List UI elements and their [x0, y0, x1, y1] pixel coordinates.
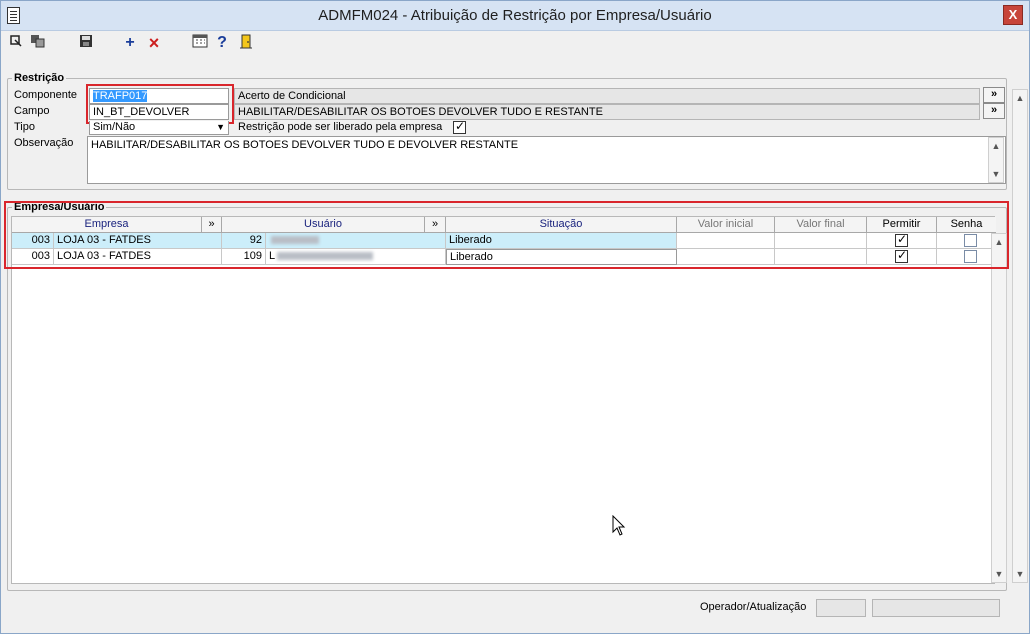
window-scrollbar[interactable]: ▲ ▼	[1012, 89, 1028, 583]
liberado-checkbox[interactable]	[453, 119, 466, 134]
scroll-down-icon[interactable]: ▼	[992, 567, 1006, 581]
tipo-select[interactable]: Sim/Não ▼	[89, 121, 229, 135]
scroll-up-icon[interactable]: ▲	[989, 139, 1003, 153]
observacao-text: HABILITAR/DESABILITAR OS BOTOES DEVOLVER…	[91, 139, 519, 151]
observacao-label: Observação	[14, 137, 74, 149]
main-window: ADMFM024 - Atribuição de Restrição por E…	[0, 0, 1030, 634]
exit-icon[interactable]	[237, 34, 255, 52]
toolbar: + × ?	[1, 31, 1029, 55]
calculator-icon[interactable]	[191, 34, 209, 52]
restricao-group-label: Restrição	[12, 72, 67, 84]
componente-more-button[interactable]: »	[983, 87, 1005, 103]
campo-label: Campo	[14, 105, 50, 117]
window-title: ADMFM024 - Atribuição de Restrição por E…	[318, 7, 712, 24]
observacao-textarea[interactable]: HABILITAR/DESABILITAR OS BOTOES DEVOLVER…	[87, 136, 1006, 184]
chevron-down-icon: ▼	[216, 122, 225, 132]
operador-field	[816, 599, 866, 617]
delete-icon[interactable]: ×	[145, 34, 163, 52]
add-icon[interactable]: +	[121, 34, 139, 52]
operador-label: Operador/Atualização	[700, 601, 807, 613]
grid-scrollbar[interactable]: ▲ ▼	[991, 233, 1007, 583]
highlight-box-grid	[4, 201, 1009, 269]
mouse-cursor-icon	[612, 515, 626, 536]
copy-icon[interactable]	[29, 34, 47, 52]
save-icon[interactable]	[77, 34, 95, 52]
help-icon[interactable]: ?	[213, 34, 231, 52]
scroll-up-icon[interactable]: ▲	[1013, 91, 1027, 105]
title-bar: ADMFM024 - Atribuição de Restrição por E…	[1, 1, 1029, 31]
atualizacao-field	[872, 599, 1000, 617]
scroll-down-icon[interactable]: ▼	[989, 167, 1003, 181]
scroll-down-icon[interactable]: ▼	[1013, 567, 1027, 581]
campo-more-button[interactable]: »	[983, 103, 1005, 119]
close-button[interactable]: X	[1003, 5, 1023, 25]
componente-description: Acerto de Condicional	[234, 88, 980, 104]
componente-label: Componente	[14, 89, 77, 101]
campo-description: HABILITAR/DESABILITAR OS BOTOES DEVOLVER…	[234, 104, 980, 120]
enter-icon[interactable]	[7, 34, 25, 52]
tipo-label: Tipo	[14, 121, 35, 133]
liberado-label: Restrição pode ser liberado pela empresa	[238, 121, 443, 133]
observacao-scrollbar[interactable]: ▲ ▼	[988, 137, 1004, 183]
highlight-box-componente	[86, 84, 234, 124]
empresa-usuario-grid: Empresa » Usuário » Situação Valor inici…	[11, 216, 1007, 584]
